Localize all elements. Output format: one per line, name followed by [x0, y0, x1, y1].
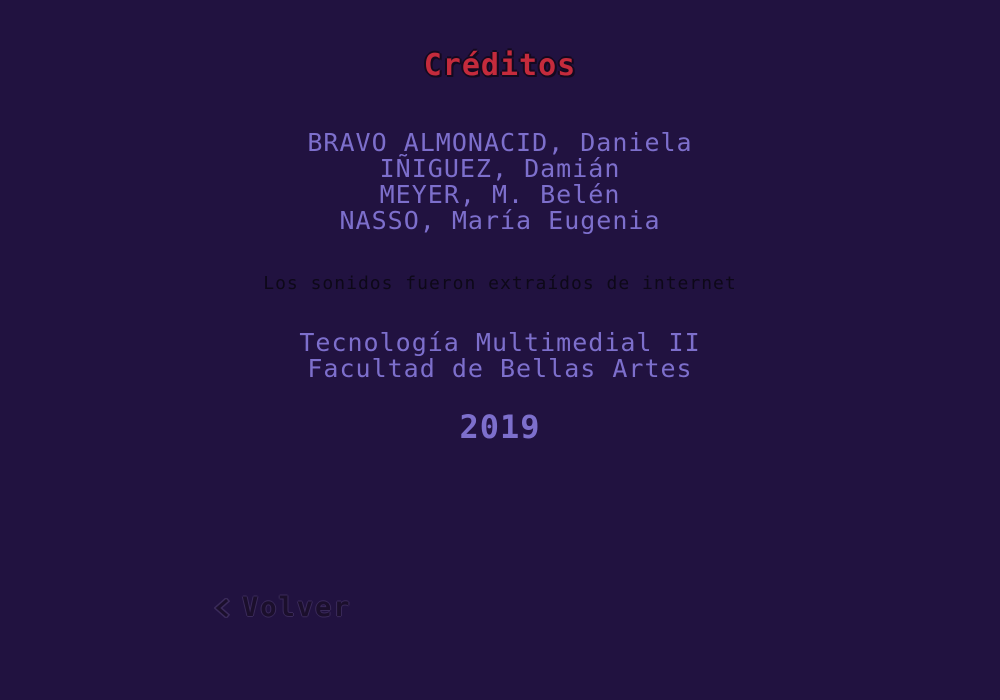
author-name: NASSO, María Eugenia	[339, 206, 661, 235]
credits-screen: Créditos BRAVO ALMONACID, Daniela IÑIGUE…	[0, 0, 1000, 700]
sounds-note: Los sonidos fueron extraídos de internet	[263, 273, 737, 294]
course-name: Tecnología Multimedial II	[299, 328, 701, 357]
author-name: IÑIGUEZ, Damián	[379, 154, 621, 183]
author-name: BRAVO ALMONACID, Daniela	[307, 128, 693, 157]
credits-year: 2019	[459, 408, 541, 446]
institution-block: Tecnología Multimedial II Facultad de Be…	[0, 330, 1000, 382]
back-label: Volver	[242, 592, 352, 623]
chevron-left-icon	[214, 597, 230, 618]
faculty-name: Facultad de Bellas Artes	[307, 354, 693, 383]
author-name: MEYER, M. Belén	[379, 180, 621, 209]
back-button[interactable]: Volver	[214, 592, 352, 623]
authors-list: BRAVO ALMONACID, Daniela IÑIGUEZ, Damián…	[0, 130, 1000, 234]
credits-title: Créditos	[423, 48, 577, 83]
